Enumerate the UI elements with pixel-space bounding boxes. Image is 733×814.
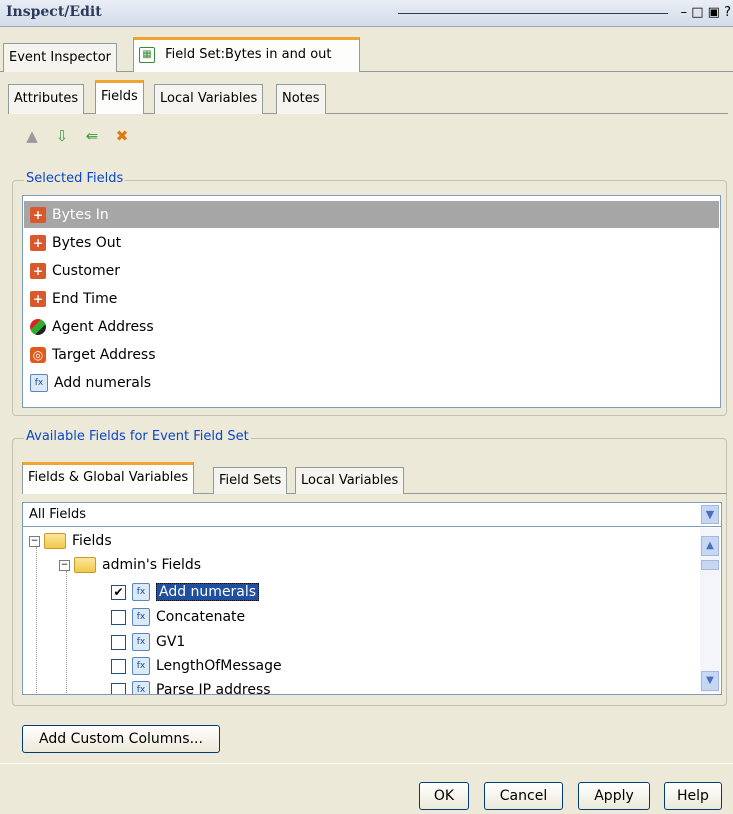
target-icon: ◎ [30, 346, 46, 363]
move-up-icon[interactable]: ▲ [24, 128, 40, 144]
tab-field-sets[interactable]: Field Sets [213, 467, 288, 494]
selected-fields-legend: Selected Fields [24, 171, 126, 186]
ok-button[interactable]: OK [419, 782, 469, 810]
tab-label: Event Inspector [9, 50, 112, 65]
list-item[interactable]: ◎ Target Address [24, 341, 719, 368]
window-title: Inspect/Edit [6, 4, 102, 20]
tree-node-label: admin's Fields [102, 557, 202, 573]
chevron-down-icon[interactable]: ▼ [701, 505, 719, 524]
tree-item-label: GV1 [156, 634, 186, 650]
tab-label: Local Variables [301, 473, 399, 488]
available-fields-legend: Available Fields for Event Field Set [24, 429, 251, 444]
item-label: Customer [52, 262, 121, 279]
item-label: Agent Address [52, 318, 154, 335]
item-label: End Time [52, 290, 118, 307]
scroll-down-icon[interactable]: ▼ [701, 671, 719, 691]
field-filter-value: All Fields [29, 507, 87, 522]
field-icon: + [30, 262, 46, 279]
tree-item-label: LengthOfMessage [156, 658, 282, 674]
toolbar: ▲ ⇩ ⇚ ✖ [24, 128, 130, 144]
field-filter-dropdown[interactable]: All Fields ▼ [22, 502, 722, 527]
field-icon: + [30, 290, 46, 307]
tree-item-label: Concatenate [156, 609, 246, 625]
delete-icon[interactable]: ✖ [114, 128, 130, 144]
tree-item-label: Parse IP address [156, 682, 271, 695]
folder-icon [74, 557, 96, 573]
folder-icon [44, 533, 66, 549]
tab-label: Local Variables [160, 91, 258, 106]
tree-item-label: Add numerals [156, 583, 260, 601]
function-icon: fx [132, 681, 150, 694]
help-button[interactable]: Help [664, 782, 722, 810]
collapse-icon[interactable]: − [29, 535, 40, 547]
function-icon: fx [132, 633, 150, 651]
title-divider [398, 13, 668, 14]
available-fields-tree[interactable]: − Fields − admin's Fields ✔ fx Add numerals … [22, 527, 722, 695]
field-icon: + [30, 206, 46, 223]
tree-scrollbar[interactable]: ▲ ▼ [700, 528, 720, 693]
main-tab-strip: Event Inspector ▦ Field Set:Bytes in and… [0, 36, 733, 72]
function-icon: fx [132, 657, 150, 675]
checkbox[interactable] [111, 609, 126, 625]
checkbox[interactable] [111, 682, 126, 694]
tab-label: Field Sets [219, 473, 282, 488]
tab-field-set[interactable]: ▦ Field Set:Bytes in and out [133, 37, 360, 72]
dialog-button-bar: OK Cancel Apply Help [0, 763, 733, 814]
collapse-icon[interactable]: − [59, 559, 70, 571]
tab-label: Attributes [14, 91, 79, 106]
tree-node-fields[interactable]: − Fields [29, 531, 112, 551]
tab-local-variables[interactable]: Local Variables [154, 84, 264, 114]
tab-attributes[interactable]: Attributes [8, 84, 85, 114]
checkbox[interactable] [111, 634, 126, 650]
tab-label: Fields [101, 89, 138, 104]
selected-fields-list[interactable]: + Bytes In + Bytes Out + Customer + End Time… [22, 195, 721, 408]
item-label: Bytes Out [52, 234, 122, 251]
tab-available-local-variables[interactable]: Local Variables [295, 467, 405, 494]
checkbox[interactable] [111, 658, 126, 674]
tree-node-admins-fields[interactable]: − admin's Fields [59, 555, 201, 575]
scrollbar-thumb[interactable] [701, 560, 719, 570]
function-icon: fx [132, 608, 150, 626]
tree-item[interactable]: fx Concatenate [111, 607, 245, 627]
tree-node-label: Fields [72, 533, 112, 549]
table-icon: ▦ [139, 46, 155, 63]
list-item[interactable]: Agent Address [24, 313, 719, 340]
item-label: Target Address [52, 346, 156, 363]
tab-label: Field Set:Bytes in and out [165, 47, 332, 62]
window-controls[interactable]: – □ ▣ ? [681, 5, 731, 20]
tab-notes[interactable]: Notes [276, 84, 326, 114]
tree-item[interactable]: fx GV1 [111, 632, 185, 652]
cancel-button[interactable]: Cancel [484, 782, 563, 810]
field-icon: + [30, 234, 46, 251]
list-item[interactable]: + Customer [24, 257, 719, 284]
checkbox[interactable]: ✔ [111, 584, 126, 600]
function-icon: fx [30, 373, 48, 392]
tree-item[interactable]: fx Parse IP address [111, 680, 271, 695]
tab-fields[interactable]: Fields [95, 80, 144, 114]
agent-icon [30, 318, 46, 335]
add-icon[interactable]: ⇚ [84, 128, 100, 144]
available-tab-strip: Fields & Global Variables Field Sets Loc… [22, 462, 727, 494]
item-label: Bytes In [52, 206, 109, 223]
function-icon: fx [132, 583, 150, 601]
list-item[interactable]: + End Time [24, 285, 719, 312]
tree-item[interactable]: fx LengthOfMessage [111, 656, 282, 676]
tab-event-inspector[interactable]: Event Inspector [3, 43, 118, 72]
list-item[interactable]: + Bytes Out [24, 229, 719, 256]
tree-guide [66, 571, 67, 694]
sub-tab-strip: Attributes Fields Local Variables Notes [8, 80, 728, 114]
tab-fields-global-variables[interactable]: Fields & Global Variables [22, 462, 195, 494]
tree-item[interactable]: ✔ fx Add numerals [111, 582, 260, 602]
apply-button[interactable]: Apply [578, 782, 650, 810]
scroll-up-icon[interactable]: ▲ [701, 536, 719, 556]
list-item[interactable]: fx Add numerals [24, 369, 719, 396]
move-down-icon[interactable]: ⇩ [54, 128, 70, 144]
tab-label: Fields & Global Variables [28, 470, 189, 485]
title-bar: Inspect/Edit – □ ▣ ? [0, 0, 733, 27]
list-item[interactable]: + Bytes In [24, 201, 719, 228]
item-label: Add numerals [54, 374, 152, 391]
tab-label: Notes [282, 91, 320, 106]
add-custom-columns-button[interactable]: Add Custom Columns... [22, 725, 220, 753]
tree-guide [36, 547, 37, 694]
